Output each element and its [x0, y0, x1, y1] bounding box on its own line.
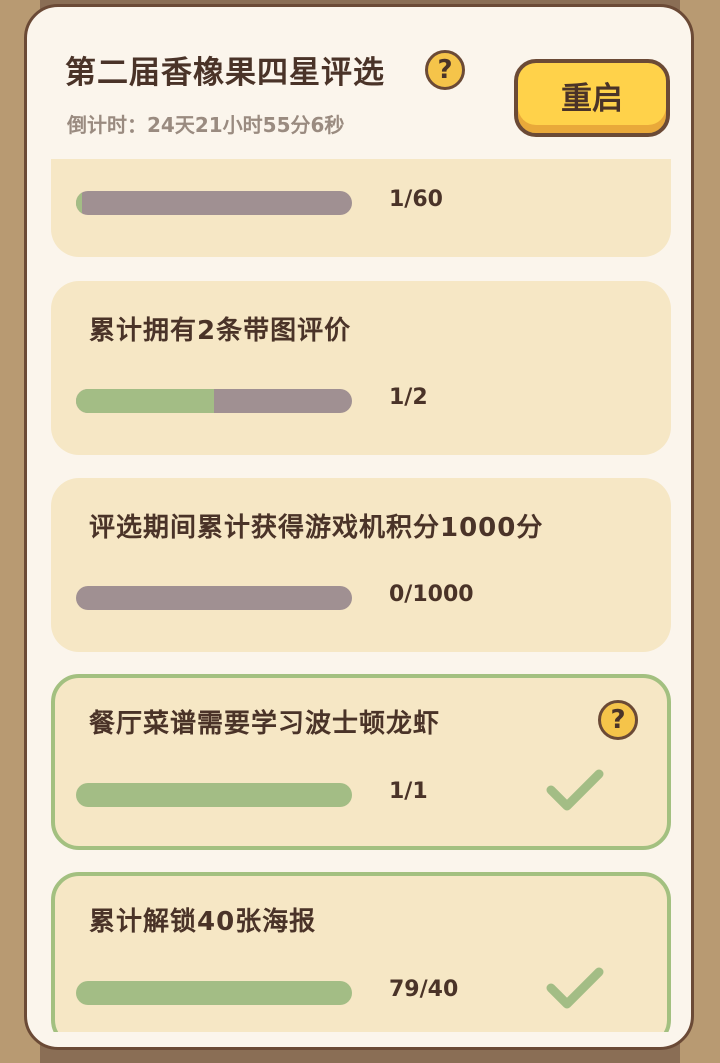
event-panel: 第二届香橡果四星评选 ? 倒计时：24天21小时55分6秒 重启 1/60 累计…	[24, 4, 694, 1050]
progress-bar-fill	[76, 783, 352, 807]
progress-bar	[76, 191, 352, 215]
progress-bar	[76, 981, 352, 1005]
progress-bar	[76, 586, 352, 610]
progress-text: 1/2	[389, 385, 428, 410]
checkmark-icon	[546, 769, 604, 811]
task-card: 1/60	[51, 159, 671, 257]
task-label: 累计拥有2条带图评价	[89, 316, 352, 346]
progress-bar-fill	[76, 389, 214, 413]
progress-bar-fill	[76, 981, 352, 1005]
task-card: 累计拥有2条带图评价 1/2	[51, 281, 671, 455]
progress-bar	[76, 389, 352, 413]
countdown-timer: 倒计时：24天21小时55分6秒	[67, 113, 345, 137]
progress-bar	[76, 783, 352, 807]
help-icon[interactable]: ?	[425, 50, 465, 90]
restart-button[interactable]: 重启	[514, 59, 670, 137]
task-help-icon[interactable]: ?	[598, 700, 638, 740]
task-list[interactable]: 1/60 累计拥有2条带图评价 1/2 评选期间累计获得游戏机积分1000分 0…	[27, 159, 691, 1032]
progress-text: 0/1000	[389, 582, 474, 607]
task-label: 餐厅菜谱需要学习波士顿龙虾	[89, 709, 441, 739]
task-card: 评选期间累计获得游戏机积分1000分 0/1000	[51, 478, 671, 652]
task-label: 累计解锁40张海报	[89, 907, 317, 937]
progress-text: 1/1	[389, 779, 428, 804]
progress-bar-fill	[76, 191, 82, 215]
panel-title: 第二届香橡果四星评选	[65, 55, 385, 91]
task-card-completed: 餐厅菜谱需要学习波士顿龙虾 ? 1/1	[51, 674, 671, 850]
progress-text: 1/60	[389, 187, 443, 212]
task-card-completed: 累计解锁40张海报 79/40	[51, 872, 671, 1032]
progress-text: 79/40	[389, 977, 459, 1002]
checkmark-icon	[546, 967, 604, 1009]
task-label: 评选期间累计获得游戏机积分1000分	[89, 513, 544, 543]
